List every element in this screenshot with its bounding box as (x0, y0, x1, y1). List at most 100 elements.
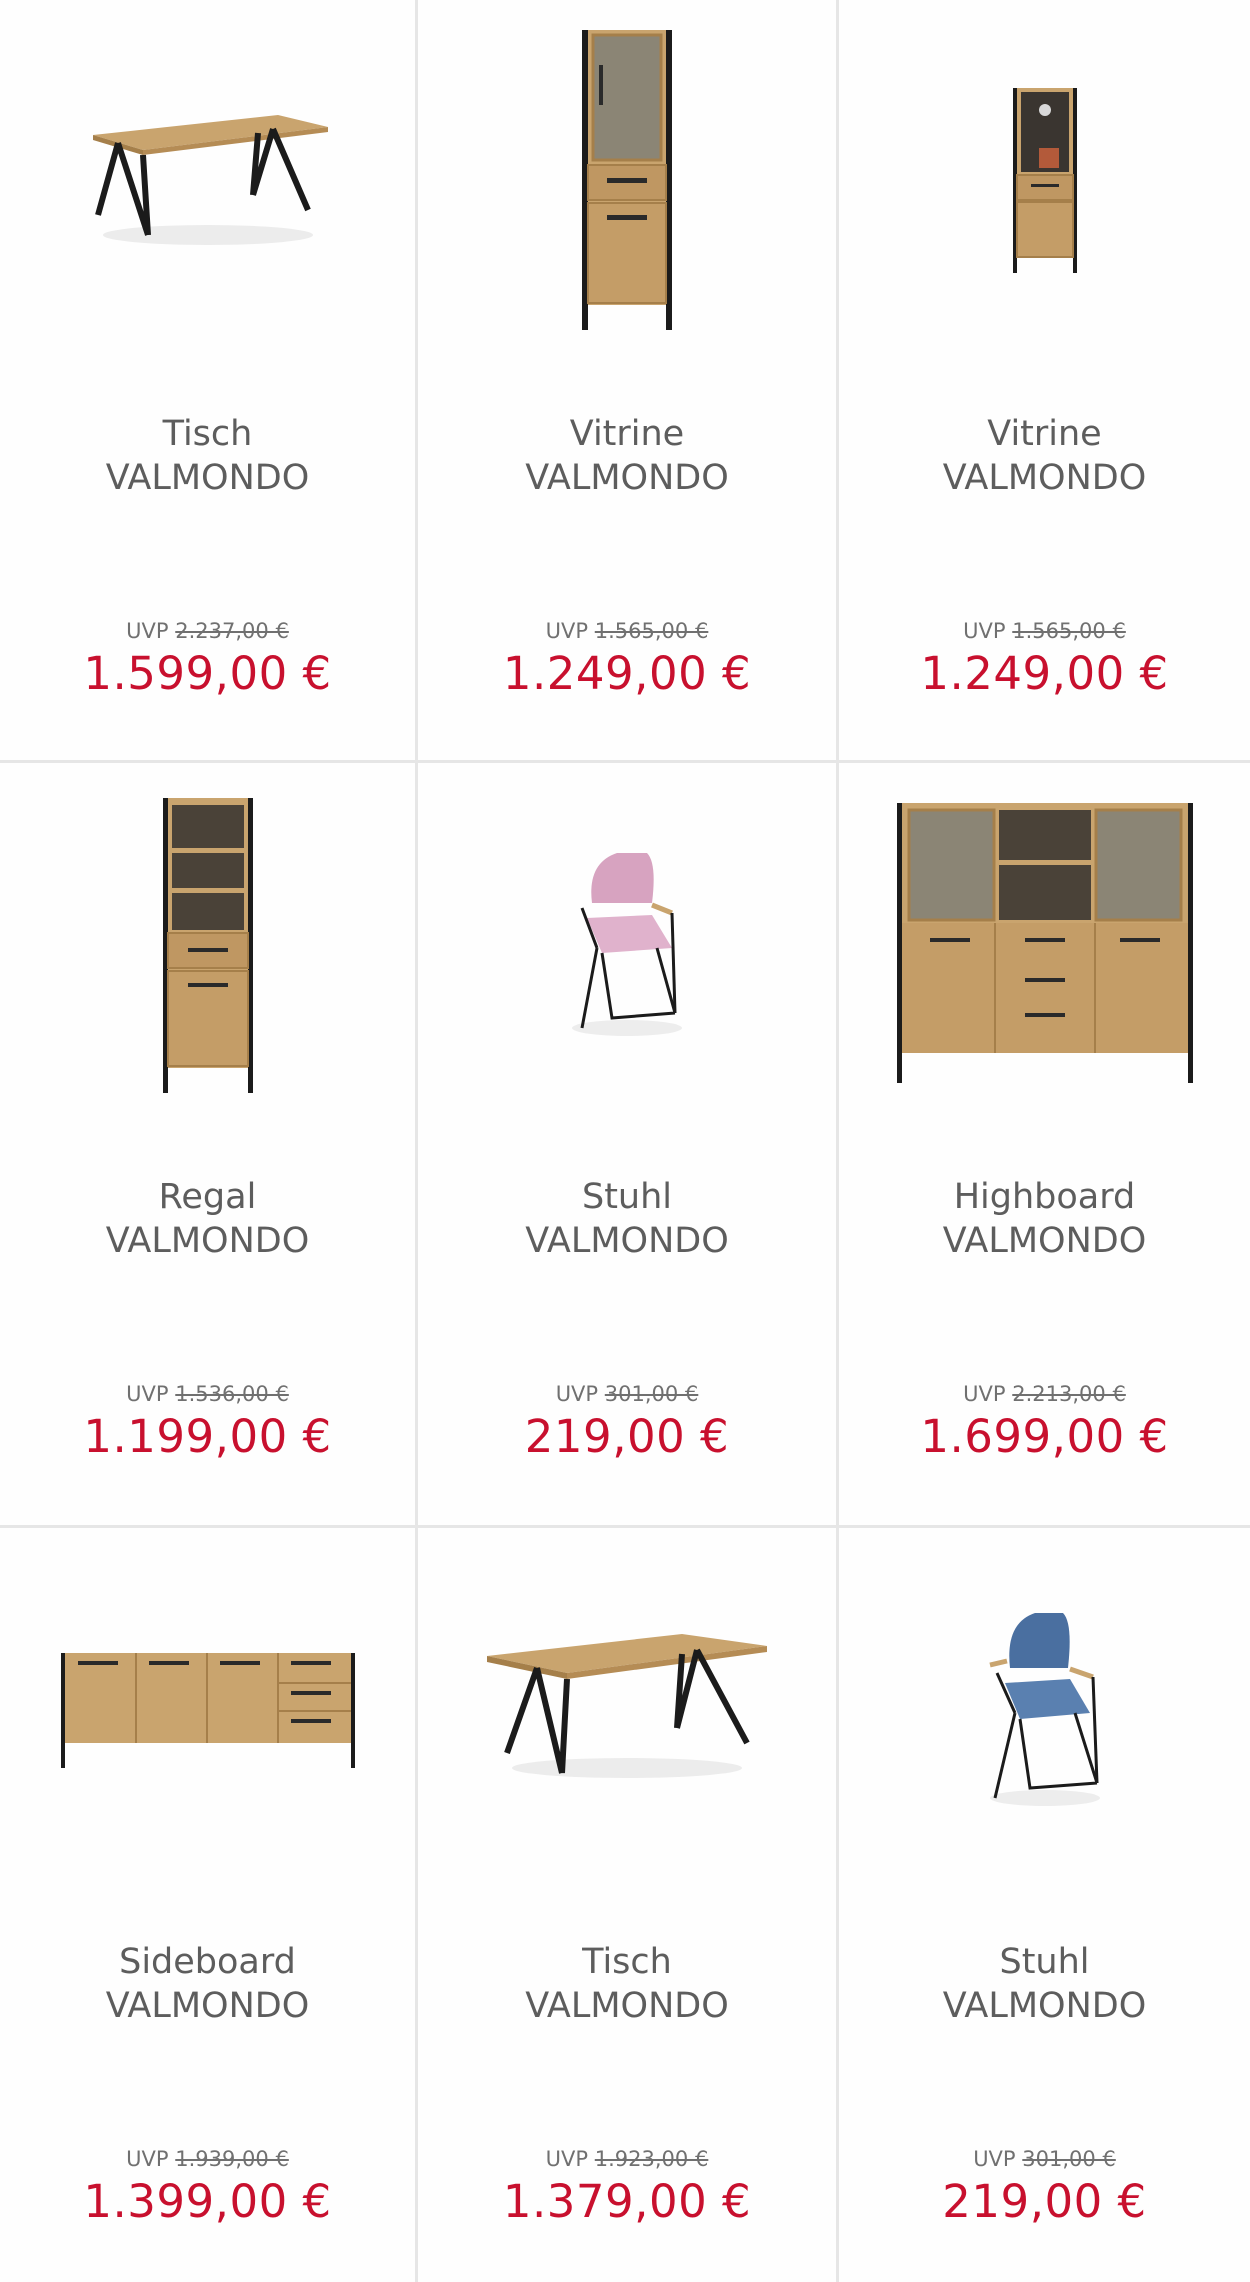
uvp-line: UVP 1.565,00 € (839, 616, 1250, 646)
price-block: UVP 1.536,00 € 1.199,00 € (0, 1379, 415, 1465)
shelf-icon (162, 798, 253, 1093)
product-title[interactable]: Stuhl VALMONDO (418, 1175, 836, 1263)
product-brand: VALMONDO (105, 1986, 310, 2026)
price-block: UVP 2.213,00 € 1.699,00 € (839, 1379, 1250, 1465)
product-title[interactable]: Stuhl VALMONDO (839, 1940, 1250, 2028)
product-brand: VALMONDO (942, 1986, 1147, 2026)
price-block: UVP 1.923,00 € 1.379,00 € (418, 2144, 836, 2230)
product-card[interactable]: Vitrine VALMONDO UVP 1.565,00 € 1.249,00… (839, 0, 1250, 763)
uvp-line: UVP 1.536,00 € (0, 1379, 415, 1409)
price-block: UVP 2.237,00 € 1.599,00 € (0, 616, 415, 702)
price-block: UVP 1.565,00 € 1.249,00 € (839, 616, 1250, 702)
sale-price: 1.399,00 € (83, 2175, 332, 2228)
product-grid: Tisch VALMONDO UVP 2.237,00 € 1.599,00 € (0, 0, 1250, 2282)
product-title[interactable]: Regal VALMONDO (0, 1175, 415, 1263)
uvp-price: 301,00 € (604, 1382, 699, 1406)
product-image[interactable] (839, 1528, 1250, 1888)
uvp-price: 301,00 € (1022, 2147, 1116, 2171)
product-card[interactable]: Sideboard VALMONDO UVP 1.939,00 € 1.399,… (0, 1528, 418, 2282)
product-brand: VALMONDO (942, 458, 1147, 498)
product-title[interactable]: Tisch VALMONDO (0, 412, 415, 500)
dining-table-icon (487, 1634, 767, 1778)
sale-price: 1.199,00 € (83, 1410, 332, 1463)
uvp-price: 1.565,00 € (1012, 619, 1126, 643)
product-type: Sideboard (119, 1942, 296, 1982)
uvp-label: UVP (963, 619, 1006, 643)
uvp-price: 1.565,00 € (594, 619, 709, 643)
product-image[interactable] (0, 1528, 415, 1888)
sale-price: 1.379,00 € (502, 2175, 752, 2228)
uvp-label: UVP (545, 619, 589, 643)
uvp-line: UVP 2.237,00 € (0, 616, 415, 646)
price-block: UVP 301,00 € 219,00 € (418, 1379, 836, 1465)
highboard-icon (896, 803, 1193, 1083)
tall-vitrine-icon (582, 30, 672, 330)
uvp-label: UVP (555, 1382, 599, 1406)
uvp-line: UVP 301,00 € (839, 2144, 1250, 2174)
price-block: UVP 1.939,00 € 1.399,00 € (0, 2144, 415, 2230)
product-card[interactable]: Vitrine VALMONDO UVP 1.565,00 € 1.249,00… (418, 0, 839, 763)
product-card[interactable]: Tisch VALMONDO UVP 2.237,00 € 1.599,00 € (0, 0, 418, 763)
product-card[interactable]: Stuhl VALMONDO UVP 301,00 € 219,00 € (839, 1528, 1250, 2282)
product-type: Vitrine (569, 414, 685, 454)
uvp-line: UVP 1.565,00 € (418, 616, 836, 646)
sale-price: 219,00 € (942, 2175, 1147, 2228)
uvp-label: UVP (126, 1382, 169, 1406)
product-title[interactable]: Sideboard VALMONDO (0, 1940, 415, 2028)
product-image[interactable] (839, 0, 1250, 360)
product-brand: VALMONDO (942, 1221, 1147, 1261)
product-brand: VALMONDO (105, 1221, 310, 1261)
price-block: UVP 301,00 € 219,00 € (839, 2144, 1250, 2230)
product-title[interactable]: Highboard VALMONDO (839, 1175, 1250, 1263)
uvp-price: 2.237,00 € (175, 619, 289, 643)
uvp-price: 1.939,00 € (175, 2147, 289, 2171)
pink-chair-icon (572, 853, 682, 1036)
product-image[interactable] (418, 763, 836, 1123)
uvp-line: UVP 1.923,00 € (418, 2144, 836, 2174)
uvp-price: 1.536,00 € (175, 1382, 289, 1406)
product-type: Stuhl (999, 1942, 1090, 1982)
product-title[interactable]: Tisch VALMONDO (418, 1940, 836, 2028)
product-image[interactable] (0, 0, 415, 360)
product-brand: VALMONDO (105, 458, 310, 498)
sale-price: 1.699,00 € (920, 1410, 1169, 1463)
uvp-label: UVP (973, 2147, 1016, 2171)
product-image[interactable] (839, 763, 1250, 1123)
price-block: UVP 1.565,00 € 1.249,00 € (418, 616, 836, 702)
product-title[interactable]: Vitrine VALMONDO (839, 412, 1250, 500)
product-brand: VALMONDO (525, 1986, 729, 2026)
uvp-price: 2.213,00 € (1012, 1382, 1126, 1406)
uvp-label: UVP (545, 2147, 589, 2171)
uvp-label: UVP (963, 1382, 1006, 1406)
product-type: Regal (158, 1177, 257, 1217)
small-vitrine-icon (1012, 88, 1077, 273)
product-brand: VALMONDO (525, 458, 729, 498)
uvp-price: 1.923,00 € (594, 2147, 709, 2171)
product-type: Tisch (582, 1942, 672, 1982)
sale-price: 219,00 € (524, 1410, 730, 1463)
uvp-label: UVP (126, 2147, 169, 2171)
uvp-line: UVP 301,00 € (418, 1379, 836, 1409)
uvp-label: UVP (126, 619, 169, 643)
product-card[interactable]: Highboard VALMONDO UVP 2.213,00 € 1.699,… (839, 763, 1250, 1528)
uvp-line: UVP 1.939,00 € (0, 2144, 415, 2174)
dining-table-icon (92, 115, 328, 245)
product-type: Stuhl (581, 1177, 673, 1217)
product-type: Highboard (953, 1177, 1136, 1217)
sale-price: 1.599,00 € (83, 647, 332, 700)
product-card[interactable]: Stuhl VALMONDO UVP 301,00 € 219,00 € (418, 763, 839, 1528)
product-image[interactable] (0, 763, 415, 1123)
sale-price: 1.249,00 € (502, 647, 752, 700)
uvp-line: UVP 2.213,00 € (839, 1379, 1250, 1409)
product-image[interactable] (418, 0, 836, 360)
product-type: Vitrine (987, 414, 1102, 454)
blue-chair-icon (988, 1613, 1100, 1806)
product-brand: VALMONDO (525, 1221, 729, 1261)
sideboard-icon (60, 1653, 355, 1768)
product-card[interactable]: Tisch VALMONDO UVP 1.923,00 € 1.379,00 € (418, 1528, 839, 2282)
product-title[interactable]: Vitrine VALMONDO (418, 412, 836, 500)
product-card[interactable]: Regal VALMONDO UVP 1.536,00 € 1.199,00 € (0, 763, 418, 1528)
product-type: Tisch (162, 414, 253, 454)
sale-price: 1.249,00 € (920, 647, 1169, 700)
product-image[interactable] (418, 1528, 836, 1888)
